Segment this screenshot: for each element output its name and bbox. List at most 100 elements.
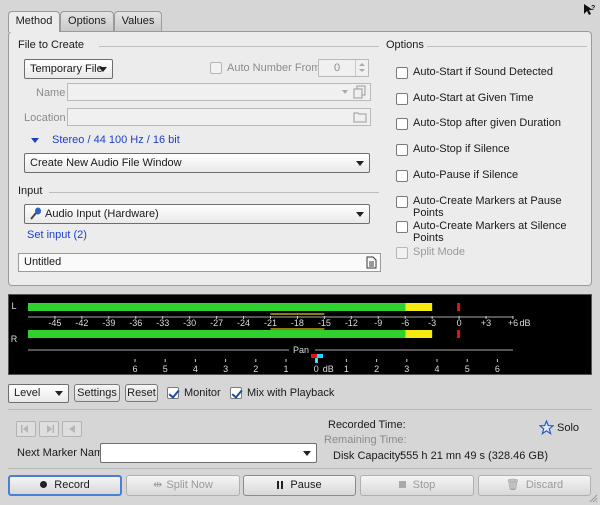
monitor-label: Monitor <box>184 387 221 399</box>
pan-right-indicator <box>317 354 323 358</box>
chevron-down-icon <box>356 161 364 166</box>
auto-number-checkbox[interactable] <box>210 62 222 74</box>
option-checkbox[interactable] <box>396 144 408 157</box>
stop-button[interactable]: Stop <box>360 475 474 496</box>
pan-tick-label: 0 <box>314 364 319 374</box>
solo-label[interactable]: Solo <box>557 422 579 434</box>
format-expand-icon[interactable] <box>31 138 39 143</box>
window-option-select[interactable]: Create New Audio File Window <box>24 153 370 173</box>
db-tick-label: -18 <box>291 318 304 328</box>
option-checkbox[interactable] <box>396 169 408 182</box>
next-marker-label: Next Marker Name <box>17 447 110 459</box>
previous-marker-button[interactable] <box>16 421 36 437</box>
pan-db-label: dB <box>323 364 334 374</box>
option-label[interactable]: Auto-Create Markers at Pause Points <box>413 195 591 219</box>
option-checkbox[interactable] <box>396 92 408 105</box>
db-tick-label: -24 <box>237 318 250 328</box>
pan-tick-label: 2 <box>374 364 379 374</box>
help-cursor-icon[interactable]: ? <box>582 3 596 17</box>
copy-name-icon[interactable] <box>353 85 367 99</box>
right-bar-peak-marker <box>457 330 461 338</box>
auto-number-field[interactable]: 0 <box>318 59 369 77</box>
meter-mode-value: Level <box>14 387 41 399</box>
option-label[interactable]: Auto-Stop if Silence <box>413 143 510 155</box>
option-label[interactable]: Auto-Start at Given Time <box>413 92 533 104</box>
stop-icon <box>398 481 406 488</box>
stepper-icon[interactable] <box>355 60 367 76</box>
db-tick-label: -27 <box>210 318 223 328</box>
meter-mode-select[interactable]: Level <box>8 384 69 403</box>
option-label[interactable]: Split Mode <box>413 246 465 258</box>
pause-button[interactable]: Pause <box>243 475 356 496</box>
db-tick-label: -6 <box>401 318 409 328</box>
settings-button[interactable]: Settings <box>74 384 120 402</box>
chevron-down-icon[interactable] <box>342 90 348 94</box>
description-field[interactable]: Untitled <box>18 253 381 272</box>
left-bar-average <box>270 313 325 315</box>
option-label[interactable]: Auto-Pause if Silence <box>413 169 518 181</box>
trash-icon: 🗑 <box>505 479 520 491</box>
disk-capacity-label: Disk Capacity: <box>333 450 404 462</box>
document-icon[interactable] <box>365 256 377 269</box>
next-marker-button[interactable] <box>39 421 59 437</box>
option-label[interactable]: Auto-Stop after given Duration <box>413 117 561 129</box>
chevron-down-icon <box>55 391 63 396</box>
set-input-link[interactable]: Set input (2) <box>27 229 87 241</box>
split-icon: ⇹ <box>153 479 162 491</box>
right-channel-label: R <box>11 334 18 344</box>
mix-checkbox[interactable] <box>230 387 242 399</box>
stop-label: Stop <box>412 479 436 491</box>
option-label[interactable]: Auto-Start if Sound Detected <box>413 66 553 78</box>
db-tick-label: +6 <box>508 318 518 328</box>
recorded-time-label: Recorded Time: <box>328 419 406 431</box>
divider <box>49 192 379 193</box>
tab-method[interactable]: Method <box>8 11 60 32</box>
name-field[interactable] <box>67 83 371 101</box>
option-checkbox[interactable] <box>396 67 408 79</box>
chevron-down-icon <box>99 67 107 72</box>
monitor-checkbox[interactable] <box>167 387 179 399</box>
db-tick-label: 0 <box>457 318 462 328</box>
right-bar-average <box>270 328 325 330</box>
db-tick-label: +3 <box>481 318 491 328</box>
file-type-select[interactable]: Temporary File <box>24 59 113 79</box>
pan-tick-label: 4 <box>193 364 198 374</box>
pan-tick-label: 4 <box>434 364 439 374</box>
auto-number-label: Auto Number From <box>227 62 321 74</box>
pan-tick-label: 6 <box>132 364 137 374</box>
discard-label: Discard <box>525 479 564 491</box>
tab-options[interactable]: Options <box>60 11 114 31</box>
divider <box>8 468 592 469</box>
mix-label: Mix with Playback <box>247 387 335 399</box>
reset-button[interactable]: Reset <box>125 384 158 402</box>
option-checkbox[interactable] <box>396 118 408 131</box>
location-field[interactable] <box>67 108 371 126</box>
input-device-select[interactable]: Audio Input (Hardware) <box>24 204 370 224</box>
option-checkbox[interactable] <box>396 246 408 259</box>
audio-format-link[interactable]: Stereo / 44 100 Hz / 16 bit <box>52 134 180 146</box>
pan-tick-label: 5 <box>163 364 168 374</box>
auto-number-value: 0 <box>334 62 341 74</box>
folder-icon[interactable] <box>353 111 367 123</box>
star-icon[interactable] <box>539 420 554 435</box>
level-meter-graphic: LR-45 -42 -39 -36 -33 -30 -27 -24 -21 -18 -15 -12 -9… <box>11 301 531 374</box>
discard-button[interactable]: 🗑 Discard <box>478 475 591 496</box>
db-tick-label: -9 <box>374 318 382 328</box>
back-marker-button[interactable] <box>62 421 82 437</box>
option-checkbox[interactable] <box>396 195 408 208</box>
next-marker-select[interactable] <box>100 443 317 463</box>
location-label: Location <box>24 112 66 124</box>
pan-label: Pan <box>293 345 309 355</box>
tab-values[interactable]: Values <box>114 11 162 31</box>
split-now-button[interactable]: ⇹ Split Now <box>126 475 240 496</box>
db-tick-label: -42 <box>75 318 88 328</box>
record-button[interactable]: Record <box>8 475 122 496</box>
resize-grip-icon[interactable] <box>588 493 598 503</box>
remaining-time-label: Remaining Time: <box>324 434 407 446</box>
option-checkbox[interactable] <box>396 221 408 234</box>
option-label[interactable]: Auto-Create Markers at Silence Points <box>413 220 591 244</box>
db-tick-label: -3 <box>428 318 436 328</box>
previous-marker-icon <box>21 425 28 433</box>
split-now-label: Split Now <box>166 479 213 491</box>
file-type-value: Temporary File <box>30 63 103 75</box>
